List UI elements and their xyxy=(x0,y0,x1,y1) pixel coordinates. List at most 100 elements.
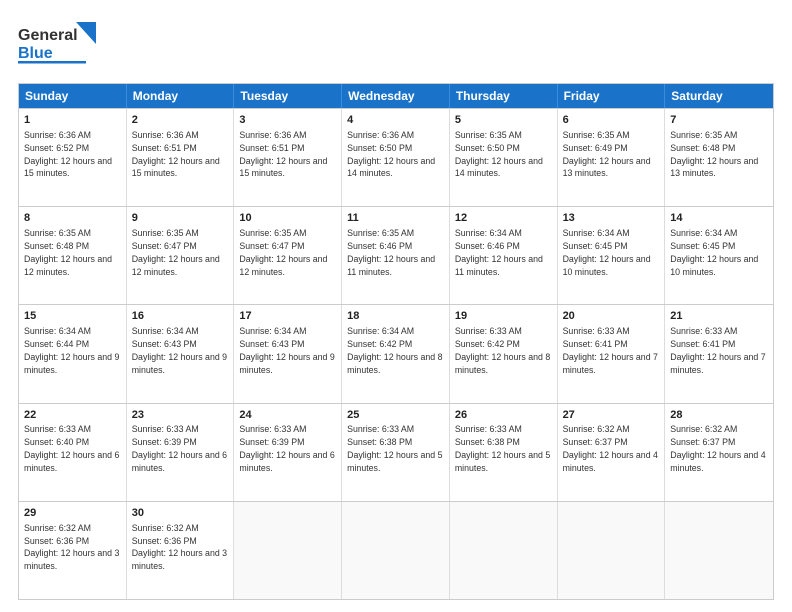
cell-content: Sunrise: 6:33 AMSunset: 6:42 PMDaylight:… xyxy=(455,326,550,375)
day-number: 10 xyxy=(239,211,336,226)
day-cell-25: 25 Sunrise: 6:33 AMSunset: 6:38 PMDaylig… xyxy=(342,404,450,501)
svg-text:Blue: Blue xyxy=(18,45,53,62)
day-cell-8: 8 Sunrise: 6:35 AMSunset: 6:48 PMDayligh… xyxy=(19,207,127,304)
day-cell-4: 4 Sunrise: 6:36 AMSunset: 6:50 PMDayligh… xyxy=(342,109,450,206)
cell-content: Sunrise: 6:36 AMSunset: 6:52 PMDaylight:… xyxy=(24,130,112,179)
calendar-row-4: 22 Sunrise: 6:33 AMSunset: 6:40 PMDaylig… xyxy=(19,403,773,501)
day-number: 7 xyxy=(670,113,768,128)
svg-text:General: General xyxy=(18,27,78,44)
header: General Blue xyxy=(18,18,774,73)
day-number: 13 xyxy=(563,211,660,226)
day-cell-9: 9 Sunrise: 6:35 AMSunset: 6:47 PMDayligh… xyxy=(127,207,235,304)
day-number: 25 xyxy=(347,408,444,423)
day-cell-3: 3 Sunrise: 6:36 AMSunset: 6:51 PMDayligh… xyxy=(234,109,342,206)
logo: General Blue xyxy=(18,18,108,73)
cell-content: Sunrise: 6:35 AMSunset: 6:49 PMDaylight:… xyxy=(563,130,651,179)
day-number: 29 xyxy=(24,506,121,521)
day-cell-22: 22 Sunrise: 6:33 AMSunset: 6:40 PMDaylig… xyxy=(19,404,127,501)
cell-content: Sunrise: 6:36 AMSunset: 6:51 PMDaylight:… xyxy=(132,130,220,179)
cell-content: Sunrise: 6:33 AMSunset: 6:38 PMDaylight:… xyxy=(455,424,550,473)
empty-cell xyxy=(450,502,558,599)
day-number: 30 xyxy=(132,506,229,521)
cell-content: Sunrise: 6:34 AMSunset: 6:42 PMDaylight:… xyxy=(347,326,442,375)
day-number: 2 xyxy=(132,113,229,128)
cell-content: Sunrise: 6:32 AMSunset: 6:37 PMDaylight:… xyxy=(670,424,765,473)
day-number: 27 xyxy=(563,408,660,423)
day-header-monday: Monday xyxy=(127,84,235,108)
day-number: 11 xyxy=(347,211,444,226)
day-header-sunday: Sunday xyxy=(19,84,127,108)
cell-content: Sunrise: 6:33 AMSunset: 6:39 PMDaylight:… xyxy=(132,424,227,473)
day-cell-2: 2 Sunrise: 6:36 AMSunset: 6:51 PMDayligh… xyxy=(127,109,235,206)
cell-content: Sunrise: 6:32 AMSunset: 6:37 PMDaylight:… xyxy=(563,424,658,473)
cell-content: Sunrise: 6:35 AMSunset: 6:48 PMDaylight:… xyxy=(670,130,758,179)
empty-cell xyxy=(342,502,450,599)
calendar-row-1: 1 Sunrise: 6:36 AMSunset: 6:52 PMDayligh… xyxy=(19,108,773,206)
cell-content: Sunrise: 6:35 AMSunset: 6:47 PMDaylight:… xyxy=(239,228,327,277)
day-number: 19 xyxy=(455,309,552,324)
day-number: 24 xyxy=(239,408,336,423)
day-cell-27: 27 Sunrise: 6:32 AMSunset: 6:37 PMDaylig… xyxy=(558,404,666,501)
calendar-row-5: 29 Sunrise: 6:32 AMSunset: 6:36 PMDaylig… xyxy=(19,501,773,599)
day-cell-26: 26 Sunrise: 6:33 AMSunset: 6:38 PMDaylig… xyxy=(450,404,558,501)
cell-content: Sunrise: 6:35 AMSunset: 6:50 PMDaylight:… xyxy=(455,130,543,179)
day-cell-30: 30 Sunrise: 6:32 AMSunset: 6:36 PMDaylig… xyxy=(127,502,235,599)
day-number: 9 xyxy=(132,211,229,226)
day-cell-15: 15 Sunrise: 6:34 AMSunset: 6:44 PMDaylig… xyxy=(19,305,127,402)
cell-content: Sunrise: 6:35 AMSunset: 6:48 PMDaylight:… xyxy=(24,228,112,277)
day-number: 22 xyxy=(24,408,121,423)
cell-content: Sunrise: 6:34 AMSunset: 6:45 PMDaylight:… xyxy=(670,228,758,277)
cell-content: Sunrise: 6:33 AMSunset: 6:40 PMDaylight:… xyxy=(24,424,119,473)
day-header-tuesday: Tuesday xyxy=(234,84,342,108)
cell-content: Sunrise: 6:36 AMSunset: 6:50 PMDaylight:… xyxy=(347,130,435,179)
day-number: 4 xyxy=(347,113,444,128)
day-cell-13: 13 Sunrise: 6:34 AMSunset: 6:45 PMDaylig… xyxy=(558,207,666,304)
empty-cell xyxy=(558,502,666,599)
calendar-row-3: 15 Sunrise: 6:34 AMSunset: 6:44 PMDaylig… xyxy=(19,304,773,402)
day-number: 3 xyxy=(239,113,336,128)
cell-content: Sunrise: 6:34 AMSunset: 6:46 PMDaylight:… xyxy=(455,228,543,277)
day-number: 8 xyxy=(24,211,121,226)
day-cell-7: 7 Sunrise: 6:35 AMSunset: 6:48 PMDayligh… xyxy=(665,109,773,206)
day-cell-19: 19 Sunrise: 6:33 AMSunset: 6:42 PMDaylig… xyxy=(450,305,558,402)
day-cell-5: 5 Sunrise: 6:35 AMSunset: 6:50 PMDayligh… xyxy=(450,109,558,206)
day-cell-23: 23 Sunrise: 6:33 AMSunset: 6:39 PMDaylig… xyxy=(127,404,235,501)
day-number: 20 xyxy=(563,309,660,324)
calendar-row-2: 8 Sunrise: 6:35 AMSunset: 6:48 PMDayligh… xyxy=(19,206,773,304)
cell-content: Sunrise: 6:34 AMSunset: 6:45 PMDaylight:… xyxy=(563,228,651,277)
day-number: 1 xyxy=(24,113,121,128)
cell-content: Sunrise: 6:34 AMSunset: 6:44 PMDaylight:… xyxy=(24,326,119,375)
cell-content: Sunrise: 6:36 AMSunset: 6:51 PMDaylight:… xyxy=(239,130,327,179)
day-cell-29: 29 Sunrise: 6:32 AMSunset: 6:36 PMDaylig… xyxy=(19,502,127,599)
day-cell-28: 28 Sunrise: 6:32 AMSunset: 6:37 PMDaylig… xyxy=(665,404,773,501)
day-cell-12: 12 Sunrise: 6:34 AMSunset: 6:46 PMDaylig… xyxy=(450,207,558,304)
cell-content: Sunrise: 6:35 AMSunset: 6:46 PMDaylight:… xyxy=(347,228,435,277)
cell-content: Sunrise: 6:33 AMSunset: 6:41 PMDaylight:… xyxy=(670,326,765,375)
day-cell-21: 21 Sunrise: 6:33 AMSunset: 6:41 PMDaylig… xyxy=(665,305,773,402)
cell-content: Sunrise: 6:32 AMSunset: 6:36 PMDaylight:… xyxy=(132,523,227,572)
cell-content: Sunrise: 6:33 AMSunset: 6:41 PMDaylight:… xyxy=(563,326,658,375)
cell-content: Sunrise: 6:33 AMSunset: 6:39 PMDaylight:… xyxy=(239,424,334,473)
day-cell-6: 6 Sunrise: 6:35 AMSunset: 6:49 PMDayligh… xyxy=(558,109,666,206)
cell-content: Sunrise: 6:33 AMSunset: 6:38 PMDaylight:… xyxy=(347,424,442,473)
day-cell-1: 1 Sunrise: 6:36 AMSunset: 6:52 PMDayligh… xyxy=(19,109,127,206)
day-header-saturday: Saturday xyxy=(665,84,773,108)
calendar-body: 1 Sunrise: 6:36 AMSunset: 6:52 PMDayligh… xyxy=(19,108,773,599)
day-number: 16 xyxy=(132,309,229,324)
day-number: 21 xyxy=(670,309,768,324)
day-header-friday: Friday xyxy=(558,84,666,108)
cell-content: Sunrise: 6:32 AMSunset: 6:36 PMDaylight:… xyxy=(24,523,119,572)
calendar: SundayMondayTuesdayWednesdayThursdayFrid… xyxy=(18,83,774,600)
day-number: 28 xyxy=(670,408,768,423)
day-number: 6 xyxy=(563,113,660,128)
day-cell-10: 10 Sunrise: 6:35 AMSunset: 6:47 PMDaylig… xyxy=(234,207,342,304)
cell-content: Sunrise: 6:34 AMSunset: 6:43 PMDaylight:… xyxy=(132,326,227,375)
day-header-thursday: Thursday xyxy=(450,84,558,108)
day-number: 5 xyxy=(455,113,552,128)
day-cell-16: 16 Sunrise: 6:34 AMSunset: 6:43 PMDaylig… xyxy=(127,305,235,402)
day-number: 14 xyxy=(670,211,768,226)
calendar-header: SundayMondayTuesdayWednesdayThursdayFrid… xyxy=(19,84,773,108)
day-cell-14: 14 Sunrise: 6:34 AMSunset: 6:45 PMDaylig… xyxy=(665,207,773,304)
day-number: 12 xyxy=(455,211,552,226)
day-cell-20: 20 Sunrise: 6:33 AMSunset: 6:41 PMDaylig… xyxy=(558,305,666,402)
